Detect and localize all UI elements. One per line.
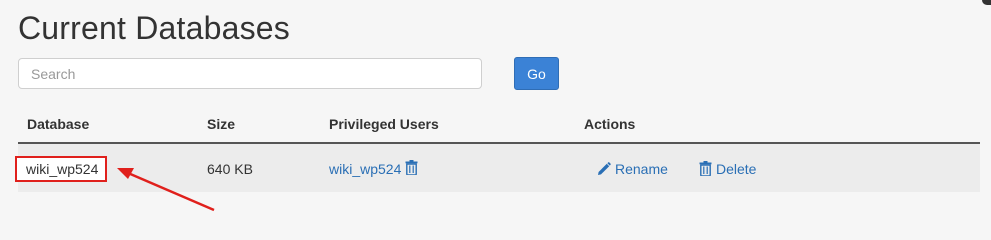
delete-label: Delete — [716, 160, 757, 177]
column-header-privileged-users: Privileged Users — [329, 116, 439, 132]
window-corner-mark — [982, 0, 991, 5]
rename-label: Rename — [615, 160, 668, 177]
delete-database-button[interactable]: Delete — [699, 160, 756, 177]
rename-database-button[interactable]: Rename — [597, 160, 668, 177]
page-title: Current Databases — [18, 10, 290, 46]
trash-icon[interactable] — [405, 160, 418, 175]
search-input[interactable] — [18, 58, 482, 89]
column-header-database[interactable]: Database — [27, 116, 89, 132]
database-name-cell: wiki_wp524 — [15, 156, 107, 182]
go-button[interactable]: Go — [514, 57, 559, 90]
pencil-icon — [598, 161, 611, 175]
column-header-actions: Actions — [584, 116, 636, 132]
table-row — [18, 144, 980, 192]
column-header-size[interactable]: Size — [207, 116, 235, 132]
trash-icon — [699, 161, 712, 176]
privileged-user-link[interactable]: wiki_wp524 — [329, 161, 401, 177]
database-size-cell: 640 KB — [207, 161, 253, 177]
